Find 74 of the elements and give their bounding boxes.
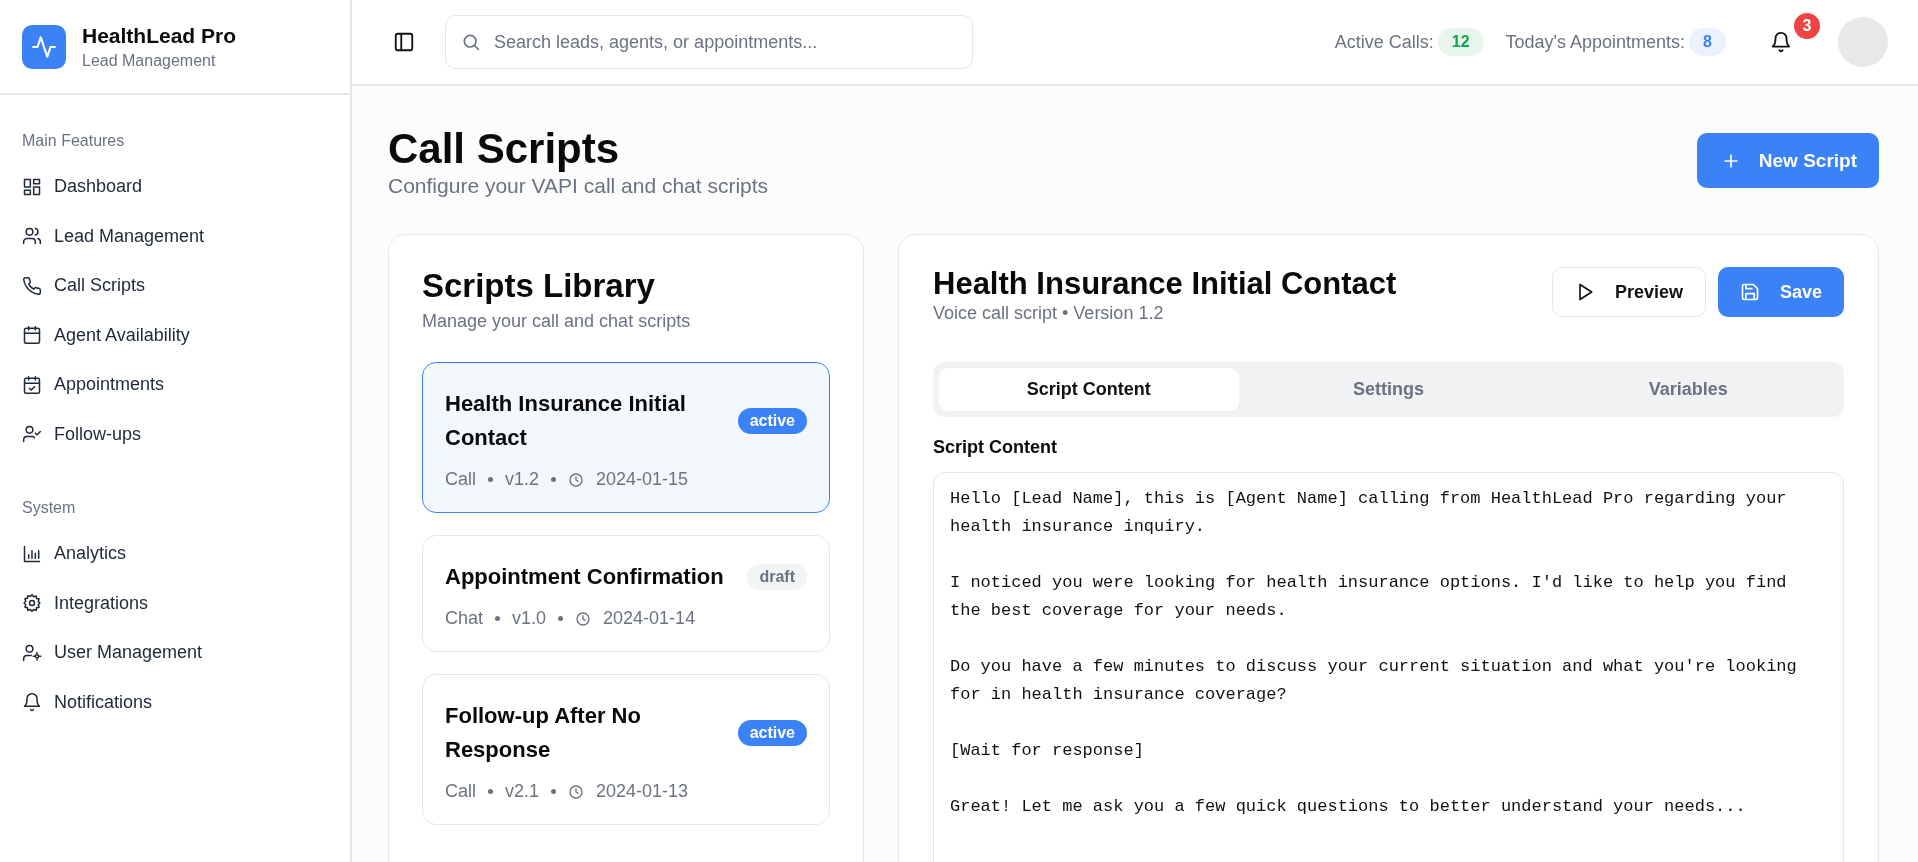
count-badge: 8 bbox=[1689, 28, 1726, 56]
stat-label: Today's Appointments: bbox=[1505, 31, 1686, 53]
script-item[interactable]: Health Insurance Initial Contact active Call v1.2 2024-01-15 bbox=[422, 362, 830, 514]
separator-dot bbox=[551, 477, 557, 483]
count-badge: 12 bbox=[1437, 28, 1484, 56]
user-gear-icon bbox=[22, 642, 42, 663]
separator-dot bbox=[558, 616, 564, 622]
save-icon bbox=[1739, 282, 1760, 303]
script-type: Call bbox=[445, 781, 476, 803]
clock-icon bbox=[568, 471, 585, 488]
section-title: System bbox=[21, 499, 77, 517]
script-item[interactable]: Appointment Confirmation draft Chat v1.0 2024-01-14 bbox=[422, 535, 830, 653]
nav-item[interactable]: User Management bbox=[14, 628, 336, 678]
script-type: Chat bbox=[445, 608, 484, 630]
save-button[interactable]: Save bbox=[1717, 267, 1844, 318]
script-type: Call bbox=[445, 469, 476, 491]
search-icon bbox=[461, 32, 481, 52]
card-title: Scripts Library bbox=[422, 267, 656, 306]
nav-item[interactable]: Analytics bbox=[14, 529, 336, 579]
tab[interactable]: Settings bbox=[1238, 368, 1539, 412]
nav-item[interactable]: Dashboard bbox=[14, 162, 336, 212]
status-badge: active bbox=[737, 720, 807, 747]
preview-button[interactable]: Preview bbox=[1551, 267, 1706, 318]
script-item[interactable]: Follow-up After No Response active Call v2.1 2024-01-13 bbox=[422, 674, 830, 826]
new-script-button[interactable]: New Script bbox=[1696, 133, 1879, 188]
field-label: Script Content bbox=[933, 437, 1058, 459]
page-subtitle: Configure your VAPI call and chat scripts bbox=[388, 174, 769, 199]
status-badge: draft bbox=[747, 564, 807, 591]
nav-item[interactable]: Follow-ups bbox=[14, 409, 336, 459]
script-version: v2.1 bbox=[505, 781, 540, 803]
notification-badge: 3 bbox=[1794, 13, 1820, 39]
search-field[interactable]: Search leads, agents, or appointments... bbox=[445, 15, 973, 69]
nav-item[interactable]: Appointments bbox=[14, 360, 336, 410]
nav-item[interactable]: Agent Availability bbox=[14, 310, 336, 360]
page-title: Call Scripts bbox=[388, 126, 621, 173]
script-date: 2024-01-13 bbox=[596, 781, 689, 803]
grid-icon bbox=[22, 176, 42, 197]
script-subtitle: Voice call script • Version 1.2 bbox=[933, 303, 1165, 325]
gear-icon bbox=[22, 593, 42, 614]
phone-icon bbox=[22, 275, 42, 296]
clock-icon bbox=[575, 610, 592, 627]
script-title: Appointment Confirmation bbox=[445, 563, 724, 592]
bar-chart-icon bbox=[22, 543, 42, 564]
calendar-check-icon bbox=[22, 374, 42, 395]
script-version: v1.2 bbox=[505, 469, 540, 491]
separator-dot bbox=[488, 789, 493, 795]
nav-item[interactable]: Integrations bbox=[14, 578, 336, 628]
tab[interactable]: Variables bbox=[1538, 368, 1838, 412]
user-check-icon bbox=[22, 424, 42, 445]
stat-label: Active Calls: bbox=[1334, 31, 1434, 53]
status-badge: active bbox=[737, 408, 807, 435]
logo-icon bbox=[22, 24, 66, 69]
script-date: 2024-01-14 bbox=[603, 608, 696, 630]
script-date: 2024-01-15 bbox=[596, 469, 689, 491]
script-title: Follow-up After No Response bbox=[445, 702, 642, 765]
script-version: v1.0 bbox=[512, 608, 547, 630]
brand-name: HealthLead Pro bbox=[82, 23, 237, 48]
script-title: Health Insurance Initial Contact bbox=[445, 390, 687, 453]
nav-item[interactable]: Notifications bbox=[14, 677, 336, 727]
separator-dot bbox=[488, 477, 493, 483]
script-editor[interactable]: Hello [Lead Name], this is [Agent Name] calling from HealthLead Pro regarding your health insurance inquiry. I noticed you were looking for health insurance options. I'd like to help you find the best coverage for your needs. Do you have a few minutes to discuss your current situation and what you're looking for in health insurance coverage? [Wait for response] Great! Let me ask you a few quick questions to better understand your needs... bbox=[933, 472, 1844, 862]
bell-icon bbox=[22, 692, 42, 713]
separator-dot bbox=[495, 616, 501, 622]
separator-dot bbox=[551, 789, 557, 795]
nav-item[interactable]: Call Scripts bbox=[14, 261, 336, 311]
card-subtitle: Manage your call and chat scripts bbox=[422, 311, 692, 333]
calendar-icon bbox=[22, 325, 42, 346]
clock-icon bbox=[568, 783, 585, 800]
brand-subtitle: Lead Management bbox=[82, 51, 217, 70]
section-title: Main Features bbox=[21, 132, 126, 150]
users-icon bbox=[22, 226, 42, 247]
tab[interactable]: Script Content bbox=[939, 368, 1239, 412]
nav-item[interactable]: Lead Management bbox=[14, 211, 336, 261]
script-name: Health Insurance Initial Contact bbox=[933, 267, 1397, 302]
